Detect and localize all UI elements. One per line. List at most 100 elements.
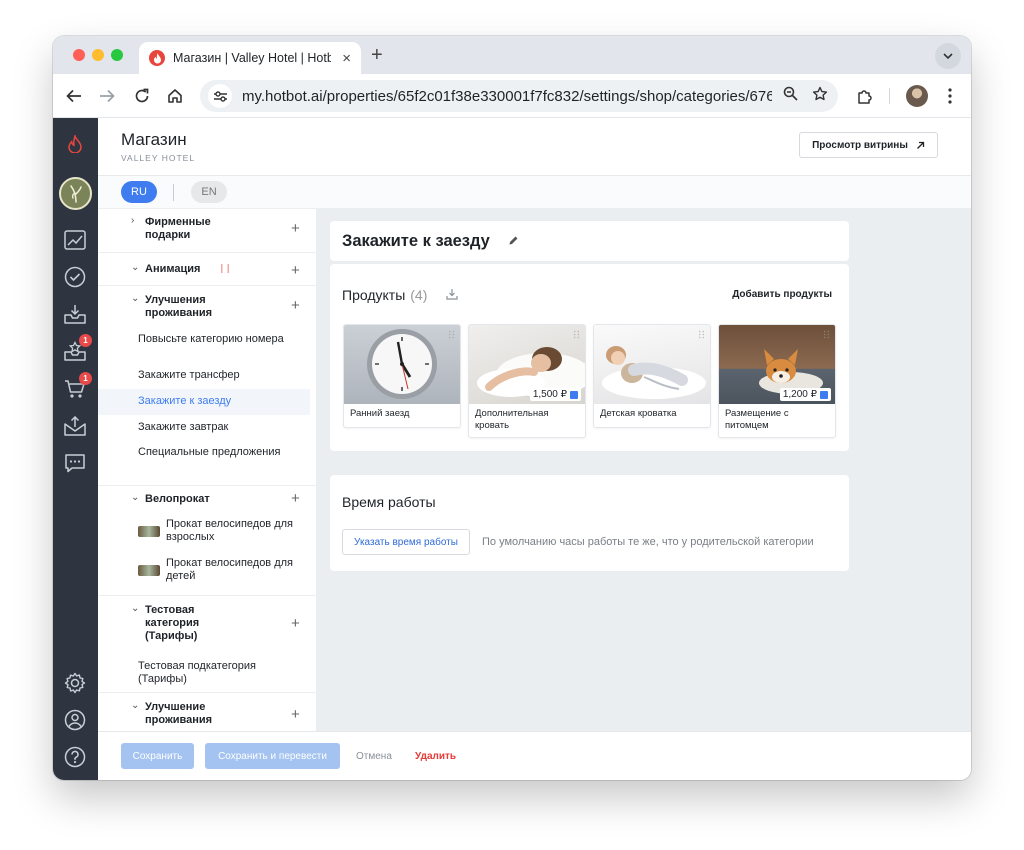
external-arrow-icon xyxy=(916,141,925,149)
help-question-icon[interactable] xyxy=(62,744,88,770)
tab-title: Магазин | Valley Hotel | Hotbot xyxy=(173,51,331,65)
category-label: Анимация xyxy=(145,263,201,275)
cancel-button[interactable]: Отмена xyxy=(356,751,392,762)
lang-divider xyxy=(173,184,174,201)
profile-avatar[interactable] xyxy=(906,85,928,107)
inbox-download-icon[interactable] xyxy=(62,301,88,327)
category-label: Улучшение проживания xyxy=(145,701,213,726)
add-subcategory-icon[interactable]: + xyxy=(291,221,300,236)
subcategory-item[interactable]: Тестовая подкатегория (Тарифы) xyxy=(98,653,316,693)
property-logo-icon[interactable] xyxy=(59,177,92,210)
chevron-down-icon[interactable]: ⌄ xyxy=(131,262,139,273)
category-label[interactable]: Велопрокат xyxy=(145,493,255,506)
close-window-button[interactable] xyxy=(73,49,85,61)
chevron-down-icon[interactable]: ⌄ xyxy=(131,492,139,503)
delete-button[interactable]: Удалить xyxy=(415,751,456,762)
category-tree: › Фирменные подарки + ⌄ Анимация ❙❙ + ⌄ … xyxy=(98,209,316,731)
tasks-check-icon[interactable] xyxy=(62,264,88,290)
storefront-preview-button[interactable]: Просмотр витрины xyxy=(799,132,938,158)
forward-arrow-icon[interactable] xyxy=(96,85,118,107)
chevron-down-icon[interactable]: ⌄ xyxy=(131,603,139,614)
category-row[interactable]: ⌄ Анимация ❙❙ + xyxy=(98,253,316,286)
subcategory-item[interactable]: Прокат велосипедов для детей xyxy=(98,551,316,596)
add-products-button[interactable]: Добавить продукты xyxy=(732,289,832,300)
extensions-puzzle-icon[interactable] xyxy=(853,85,875,107)
product-card[interactable]: Ранний заезд xyxy=(343,324,461,428)
product-price: 1,500 ₽ xyxy=(532,389,567,400)
subcategory-item[interactable]: Прокат велосипедов для взрослых xyxy=(98,512,316,551)
browser-menu-icon[interactable] xyxy=(939,85,961,107)
zoom-window-button[interactable] xyxy=(111,49,123,61)
bike-thumbnail xyxy=(138,526,160,537)
analytics-chart-icon[interactable] xyxy=(62,227,88,253)
tab-close-icon[interactable]: × xyxy=(342,51,351,66)
page-header: Магазин VALLEY HOTEL Просмотр витрины xyxy=(98,118,971,176)
save-and-translate-button[interactable]: Сохранить и перевести xyxy=(205,743,340,769)
category-title-card: Закажите к заезду xyxy=(330,221,849,261)
tab-search-chevron-icon[interactable] xyxy=(935,43,961,69)
home-icon[interactable] xyxy=(164,85,186,107)
minimize-window-button[interactable] xyxy=(92,49,104,61)
app-root: 1 1 Магазин VALLEY HOTEL Просмотр витрин… xyxy=(53,118,971,780)
download-icon[interactable] xyxy=(446,288,458,300)
bookmark-star-icon[interactable] xyxy=(812,86,828,107)
subcategory-item[interactable]: Повысьте категорию номера xyxy=(98,330,316,363)
product-card[interactable]: 1,500 ₽ Дополнительная кровать xyxy=(468,324,586,438)
product-card[interactable]: Детская кроватка xyxy=(593,324,711,428)
subcategory-item-active[interactable]: Закажите к заезду xyxy=(98,389,310,415)
chevron-down-icon[interactable]: ⌄ xyxy=(131,700,139,711)
orders-star-icon[interactable]: 1 xyxy=(62,334,92,364)
bike-thumbnail xyxy=(138,565,160,576)
subcategory-item[interactable]: Закажите трансфер xyxy=(98,363,316,389)
category-title: Закажите к заезду xyxy=(342,232,490,250)
save-button[interactable]: Сохранить xyxy=(121,743,194,769)
page-title: Магазин xyxy=(121,130,187,149)
settings-gear-icon[interactable] xyxy=(62,670,88,696)
lang-en-tab[interactable]: EN xyxy=(191,181,227,203)
category-row[interactable]: › Фирменные подарки + xyxy=(98,209,316,253)
property-name: VALLEY HOTEL xyxy=(121,153,196,163)
product-card[interactable]: 1,200 ₽ Размещение с питомцем xyxy=(718,324,836,438)
hotbot-logo-icon[interactable] xyxy=(62,131,88,157)
browser-tab[interactable]: Магазин | Valley Hotel | Hotbot × xyxy=(139,42,361,74)
edit-pencil-icon[interactable] xyxy=(508,235,519,246)
category-label[interactable]: Улучшения проживания xyxy=(145,294,255,320)
toolbar-divider xyxy=(889,88,890,104)
working-hours-note: По умолчанию часы работы те же, что у ро… xyxy=(482,536,814,548)
drag-handle-icon[interactable] xyxy=(573,330,580,339)
site-settings-icon[interactable] xyxy=(208,84,232,108)
set-hours-button[interactable]: Указать время работы xyxy=(342,529,470,555)
category-row[interactable]: ⌄ Улучшение проживания + xyxy=(98,693,316,731)
drag-handle-icon[interactable] xyxy=(448,330,455,339)
reload-icon[interactable] xyxy=(131,85,153,107)
mail-upload-icon[interactable] xyxy=(62,413,88,439)
subcategory-item[interactable]: Закажите завтрак xyxy=(98,415,316,441)
product-name: Ранний заезд xyxy=(350,408,410,419)
add-subcategory-icon[interactable]: + xyxy=(291,298,300,313)
zoom-icon[interactable] xyxy=(783,86,798,106)
drag-handle-icon[interactable] xyxy=(698,330,705,339)
chat-bubble-icon[interactable] xyxy=(62,450,88,476)
action-footer: Сохранить Сохранить и перевести Отмена У… xyxy=(98,731,971,780)
add-subcategory-icon[interactable]: + xyxy=(291,263,300,278)
add-subcategory-icon[interactable]: + xyxy=(291,616,300,631)
add-subcategory-icon[interactable]: + xyxy=(291,491,300,506)
category-label[interactable]: Тестовая категория (Тарифы) xyxy=(145,604,215,643)
lang-ru-tab[interactable]: RU xyxy=(121,181,157,203)
chevron-right-icon[interactable]: › xyxy=(131,215,134,226)
back-arrow-icon[interactable] xyxy=(63,85,85,107)
product-name: Детская кроватка xyxy=(600,408,677,419)
shop-cart-icon[interactable]: 1 xyxy=(62,372,92,402)
subcategory-label: Повысьте категорию номера xyxy=(138,333,284,345)
subcategory-label: Закажите к заезду xyxy=(138,395,232,407)
chevron-down-icon[interactable]: ⌄ xyxy=(131,293,139,304)
clock-illustration xyxy=(367,329,437,399)
subcategory-item[interactable]: Специальные предложения xyxy=(98,441,316,486)
add-subcategory-icon[interactable]: + xyxy=(291,707,300,722)
address-bar[interactable]: my.hotbot.ai/properties/65f2c01f38e33000… xyxy=(200,80,838,112)
drag-handle-icon[interactable] xyxy=(823,330,830,339)
user-profile-icon[interactable] xyxy=(62,707,88,733)
subcategory-label: Тестовая подкатегория (Тарифы) xyxy=(138,660,256,685)
working-hours-title: Время работы xyxy=(342,494,436,510)
new-tab-icon[interactable]: + xyxy=(371,45,383,65)
